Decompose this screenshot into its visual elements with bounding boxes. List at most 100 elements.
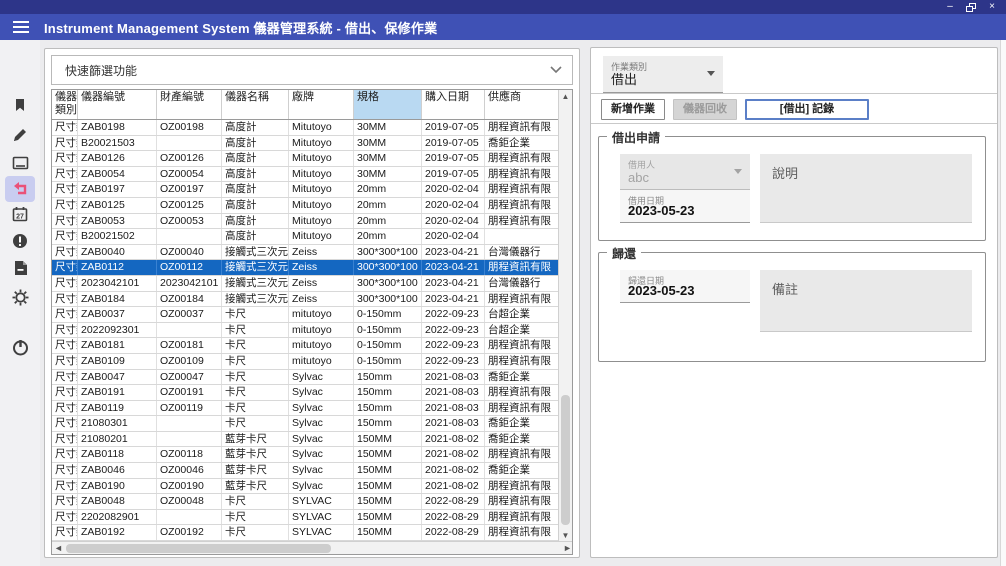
table-row[interactable]: 尺寸類ZAB0040OZ00040接觸式三次元Zeiss300*300*1002… — [52, 244, 572, 261]
sidebar-item-edit[interactable] — [5, 122, 35, 148]
restore-button[interactable] — [966, 2, 976, 12]
table-cell: ZAB0181 — [78, 338, 157, 353]
table-row[interactable]: 尺寸類ZAB0190OZ00190藍芽卡尺Sylvac150MM2021-08-… — [52, 478, 572, 495]
table-row[interactable]: 尺寸類21080201 藍芽卡尺Sylvac150MM2021-08-02喬鉅企業 — [52, 431, 572, 448]
column-header[interactable]: 規格 — [354, 90, 422, 119]
table-cell: 尺寸類 — [52, 182, 78, 197]
column-header[interactable]: 供應商 — [485, 90, 562, 119]
table-cell: OZ00181 — [157, 338, 222, 353]
table-cell: OZ00047 — [157, 369, 222, 385]
table-cell: 卡尺 — [222, 416, 289, 431]
table-cell: 喬鉅企業 — [485, 463, 562, 478]
table-cell — [157, 431, 222, 447]
column-header[interactable]: 廠牌 — [289, 90, 354, 119]
return-arrow-icon — [14, 182, 27, 195]
column-header[interactable]: 儀器類別 — [52, 90, 78, 119]
table-cell: 150mm — [354, 369, 422, 385]
table-row[interactable]: 尺寸類ZAB0046OZ00046藍芽卡尺Sylvac150MM2021-08-… — [52, 463, 572, 479]
table-row[interactable]: 尺寸類ZAB0197OZ00197高度計Mitutoyo20mm2020-02-… — [52, 182, 572, 198]
table-cell: 高度計 — [222, 151, 289, 166]
return-date-field[interactable]: 歸還日期 2023-05-23 — [620, 270, 750, 303]
table-cell: 2020-02-04 — [422, 213, 485, 229]
table-cell: 朋程資訊有限 — [485, 525, 562, 541]
table-cell: 2020-02-04 — [422, 229, 485, 244]
table-cell: 尺寸類 — [52, 353, 78, 369]
table-row[interactable]: 尺寸類ZAB0112OZ00112接觸式三次元Zeiss300*300*1002… — [52, 260, 572, 276]
new-job-button[interactable]: 新增作業 — [601, 99, 665, 120]
quick-filter-expander[interactable]: 快速篩選功能 — [51, 55, 573, 85]
table-cell: 2023-04-21 — [422, 260, 485, 275]
scroll-right-icon[interactable]: ► — [561, 542, 572, 554]
column-header[interactable]: 儀器名稱 — [222, 90, 289, 119]
table-row[interactable]: 尺寸類ZAB0192OZ00192卡尺SYLVAC150MM2022-08-29… — [52, 525, 572, 542]
table-row[interactable]: 尺寸類ZAB0184OZ00184接觸式三次元Zeiss300*300*1002… — [52, 291, 572, 308]
description-textarea[interactable]: 說明 — [760, 154, 972, 223]
sidebar-item-calendar[interactable]: 27 — [5, 201, 35, 227]
table-row[interactable]: 尺寸類ZAB0037OZ00037卡尺mitutoyo0-150mm2022-0… — [52, 307, 572, 323]
svg-text:27: 27 — [16, 214, 24, 221]
hscroll-thumb[interactable] — [66, 544, 331, 553]
vscroll-thumb[interactable] — [561, 395, 570, 525]
table-row[interactable]: 尺寸類2202082901 卡尺SYLVAC150MM2022-08-29朋程資訊… — [52, 509, 572, 526]
table-cell: ZAB0112 — [78, 260, 157, 275]
close-button[interactable]: × — [986, 1, 998, 13]
table-cell — [157, 509, 222, 525]
table-row[interactable]: 尺寸類ZAB0181OZ00181卡尺mitutoyo0-150mm2022-0… — [52, 338, 572, 354]
table-row[interactable]: 尺寸類20230421012023042101接觸式三次元Zeiss300*30… — [52, 275, 572, 292]
table-row[interactable]: 尺寸類ZAB0118OZ00118藍芽卡尺Sylvac150MM2021-08-… — [52, 447, 572, 464]
table-row[interactable]: 尺寸類ZAB0047OZ00047卡尺Sylvac150mm2021-08-03… — [52, 369, 572, 386]
table-cell: 2020-02-04 — [422, 197, 485, 213]
table-cell: mitutoyo — [289, 353, 354, 369]
table-cell: 朋程資訊有限 — [485, 385, 562, 400]
column-header[interactable]: 儀器編號 — [78, 90, 157, 119]
horizontal-scrollbar[interactable]: ◄ ► — [52, 541, 572, 554]
scroll-left-icon[interactable]: ◄ — [52, 542, 65, 554]
sidebar-item-settings[interactable] — [5, 284, 35, 310]
sidebar-item-power[interactable] — [5, 334, 35, 360]
table-cell: ZAB0125 — [78, 197, 157, 213]
borrow-date-field[interactable]: 借用日期 2023-05-23 — [620, 190, 750, 223]
table-cell: 30MM — [354, 151, 422, 166]
sidebar-item-alert[interactable] — [5, 228, 35, 254]
operation-type-select[interactable]: 作業類別 借出 — [603, 56, 723, 93]
table-cell: ZAB0190 — [78, 478, 157, 494]
minimize-button[interactable]: – — [944, 1, 956, 13]
scroll-up-icon[interactable]: ▲ — [559, 90, 572, 103]
table-row[interactable]: 尺寸類ZAB0109OZ00109卡尺mitutoyo0-150mm2022-0… — [52, 353, 572, 370]
table-cell: Sylvac — [289, 385, 354, 400]
table-cell: Mitutoyo — [289, 213, 354, 229]
table-cell: 接觸式三次元 — [222, 244, 289, 260]
table-cell: OZ00109 — [157, 353, 222, 369]
sidebar-item-document[interactable] — [5, 255, 35, 281]
table-cell: 2022-09-23 — [422, 338, 485, 353]
table-row[interactable]: 尺寸類ZAB0119OZ00119卡尺Sylvac150mm2021-08-03… — [52, 400, 572, 417]
table-cell: 尺寸類 — [52, 478, 78, 494]
table-cell: Zeiss — [289, 275, 354, 291]
table-row[interactable]: 尺寸類B20021503 高度計Mitutoyo30MM2019-07-05喬鉅企… — [52, 135, 572, 152]
sidebar-item-window[interactable] — [5, 150, 35, 176]
table-row[interactable]: 尺寸類B20021502 高度計Mitutoyo20mm2020-02-04 — [52, 229, 572, 245]
remarks-textarea[interactable]: 備註 — [760, 270, 972, 332]
table-row[interactable]: 尺寸類ZAB0054OZ00054高度計Mitutoyo30MM2019-07-… — [52, 166, 572, 183]
sidebar-item-bookmark[interactable] — [5, 92, 35, 118]
table-cell: 朋程資訊有限 — [485, 182, 562, 197]
table-row[interactable]: 尺寸類21080301 卡尺Sylvac150mm2021-08-03喬鉅企業 — [52, 416, 572, 432]
table-row[interactable]: 尺寸類ZAB0126OZ00126高度計Mitutoyo30MM2019-07-… — [52, 151, 572, 167]
menu-icon[interactable] — [13, 21, 29, 33]
table-cell: 朋程資訊有限 — [485, 509, 562, 525]
table-row[interactable]: 尺寸類ZAB0053OZ00053高度計Mitutoyo20mm2020-02-… — [52, 213, 572, 230]
table-row[interactable]: 尺寸類ZAB0198OZ00198高度計Mitutoyo30MM2019-07-… — [52, 120, 572, 136]
loan-record-button[interactable]: [借出] 記錄 — [745, 99, 869, 120]
sidebar-item-loan-return[interactable] — [5, 176, 35, 202]
table-row[interactable]: 尺寸類ZAB0048OZ00048卡尺SYLVAC150MM2022-08-29… — [52, 494, 572, 510]
table-cell: 21080301 — [78, 416, 157, 431]
table-row[interactable]: 尺寸類ZAB0191OZ00191卡尺Sylvac150mm2021-08-03… — [52, 385, 572, 401]
vertical-scrollbar[interactable]: ▲ ▼ — [558, 90, 572, 542]
column-header[interactable]: 財產編號 — [157, 90, 222, 119]
table-row[interactable]: 尺寸類2022092301 卡尺mitutoyo0-150mm2022-09-23… — [52, 322, 572, 339]
table-row[interactable]: 尺寸類ZAB0125OZ00125高度計Mitutoyo20mm2020-02-… — [52, 197, 572, 214]
table-cell: OZ00054 — [157, 166, 222, 182]
column-header[interactable]: 購入日期 — [422, 90, 485, 119]
table-cell — [157, 229, 222, 244]
table-cell: 2022-09-23 — [422, 353, 485, 369]
